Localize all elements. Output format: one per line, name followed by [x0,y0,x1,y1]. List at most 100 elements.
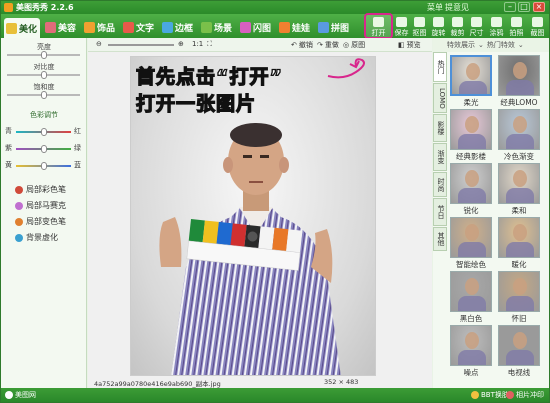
tool-label: 旋转 [431,29,446,37]
save-button[interactable]: 保存 [392,15,411,37]
color-slider[interactable] [16,162,71,170]
undo-button[interactable]: ↶ 撤销 [291,40,313,50]
status-bar: 美图网 BBT换肤 相片冲印 [1,388,549,402]
tab-puzzle[interactable]: 拼图 [316,18,352,36]
local-tool-1[interactable]: 局部马赛克 [15,200,66,211]
album-button[interactable]: 相片冲印 [506,390,544,400]
close-button[interactable]: × [533,2,545,12]
fit-screen-icon[interactable]: ⛶ [207,40,212,49]
chevron-down-icon[interactable]: ⌄ [478,41,484,49]
adjust-slider[interactable] [7,51,80,59]
effect-category-tab[interactable]: 影楼 [433,114,447,142]
color-right-label: 红 [74,127,81,135]
effect-category-tab[interactable]: 渐变 [433,143,447,171]
effect-thumbnail[interactable]: 柔光 [450,55,492,107]
brush-icon [15,233,23,242]
effect-thumbnail[interactable]: 柔和 [498,163,540,215]
tab-accessory[interactable]: 饰品 [82,18,118,36]
skin-button[interactable]: BBT换肤 [471,390,509,400]
effect-thumbnail[interactable]: 冷色渐变 [498,109,540,161]
effects-show-label[interactable]: 特效展示 [447,40,475,50]
resize-button[interactable]: 尺寸 [467,15,486,37]
puzzle-icon [318,21,329,33]
effect-thumbnail[interactable]: 黑白色 [450,271,492,323]
effect-preview-image [498,109,540,150]
slider-knob[interactable] [40,128,47,136]
doodle-button[interactable]: 涂鸦 [487,15,506,37]
zoom-ratio[interactable]: 1:1 [192,40,203,48]
color-slider[interactable] [16,145,71,153]
effect-thumbnail[interactable]: 噪点 [450,325,492,377]
edit-toolbar: ⊖ ⊕ 1:1 ⛶ ↶ 撤销 ↷ 重做 ◎ 原图 ◧ 预览 [88,38,432,52]
color-right-label: 蓝 [74,161,81,169]
effect-thumbnail[interactable]: 经典LOMO [498,55,540,107]
tab-text[interactable]: 文字 [121,18,157,36]
maximize-button[interactable]: □ [518,2,530,12]
tab-border[interactable]: 边框 [160,18,196,36]
original-button[interactable]: ◎ 原图 [343,40,365,50]
instruction-line-2: 打开一张图片 [135,92,257,115]
effect-category-tab[interactable]: 其他 [433,227,447,251]
effect-thumbnail[interactable]: 经典影楼 [450,109,492,161]
adjust-slider[interactable] [7,71,80,79]
preview-label: 预览 [406,41,421,49]
tab-scene[interactable]: 场景 [199,18,235,36]
portrait-miniature [513,332,527,349]
effect-category-tab[interactable]: LOMO [433,83,447,113]
minimize-button[interactable]: – [504,2,516,12]
preview-button[interactable]: ◧ 预览 [398,40,421,50]
local-tool-0[interactable]: 局部彩色笔 [15,184,66,195]
hot-effects-label[interactable]: 热门特效 [487,40,515,50]
chevron-down-icon[interactable]: ⌄ [518,41,524,49]
effect-thumbnail[interactable]: 智能绘色 [450,217,492,269]
slider-knob[interactable] [40,51,47,59]
color-slider[interactable] [16,128,71,136]
meitu-site-link[interactable]: 美图网 [5,390,36,400]
original-icon: ◎ [343,41,350,49]
color-left-label: 黄 [5,161,12,169]
menu-link[interactable]: 菜单 [427,2,443,13]
crop-button[interactable]: 裁剪 [448,15,467,37]
adjust-slider[interactable] [7,91,80,99]
local-tool-label: 局部变色笔 [26,217,66,226]
resize-icon [471,17,482,27]
shirt-miniature [506,350,534,365]
screenshot-button[interactable]: 截图 [528,15,547,37]
tab-doll[interactable]: 娃娃 [277,18,313,36]
local-tool-3[interactable]: 背景虚化 [15,232,58,243]
rotate-button[interactable]: 旋转 [429,15,448,37]
cutout-button[interactable]: 抠图 [410,15,429,37]
feedback-link[interactable]: 提意见 [445,2,469,13]
redo-button[interactable]: ↷ 重做 [317,40,339,50]
slider-knob[interactable] [40,91,47,99]
effect-preview-image [450,271,492,312]
effect-category-tab[interactable]: 时尚 [433,172,447,197]
effect-thumbnail[interactable]: 暖化 [498,217,540,269]
shirt-miniature [458,134,486,149]
zoom-out-icon[interactable]: ⊖ [96,40,102,48]
tab-flash[interactable]: 闪图 [238,18,274,36]
photo-canvas[interactable]: 首先点击“打开” 打开一张图片 [130,56,376,376]
annotation-arrow [327,58,365,79]
slider-knob[interactable] [40,162,47,170]
effect-preview-image [450,109,492,150]
effect-thumbnail[interactable]: 电视线 [498,325,540,377]
effect-thumbnail[interactable]: 怀旧 [498,271,540,323]
image-filename: 4a752a99a0780e416e9ab690_副本.jpg [94,380,221,388]
open-button[interactable]: 打开 [364,13,393,39]
effect-label: 柔和 [511,206,527,215]
tab-makeup[interactable]: 美容 [43,18,79,36]
slider-knob[interactable] [40,145,47,153]
effect-category-tab[interactable]: 热门 [433,52,447,82]
open-icon [373,17,384,27]
effect-thumbnail[interactable]: 锐化 [450,163,492,215]
camera-button[interactable]: 拍照 [507,15,526,37]
makeup-icon [45,21,56,33]
effect-category-tab[interactable]: 节日 [433,198,447,226]
image-info-bar: 4a752a99a0780e416e9ab690_副本.jpg 352 × 48… [88,376,432,388]
slider-knob[interactable] [40,71,47,79]
zoom-in-icon[interactable]: ⊕ [178,40,184,48]
local-tool-2[interactable]: 局部变色笔 [15,216,66,227]
tab-beautify[interactable]: 美化 [4,18,41,38]
zoom-slider[interactable] [108,44,174,46]
